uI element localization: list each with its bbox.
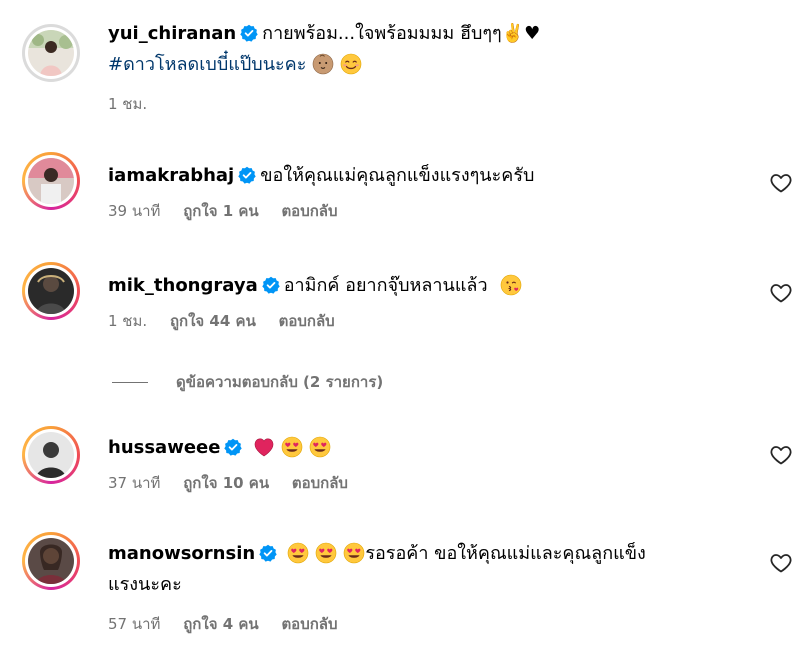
comment-line: แรงนะคะ (108, 569, 708, 600)
divider-line (112, 381, 148, 383)
avatar-frame (25, 27, 77, 79)
verified-badge-icon (240, 24, 259, 42)
heart-eyes-emoji-icon (281, 436, 303, 458)
comment-line: iamakrabhaj ขอให้คุณแม่คุณลูกแข็งแรงๆนะคร… (108, 160, 708, 191)
comment-text: อามิกค์ อยากจุ๊บหลานแล้ว (283, 275, 488, 296)
baby-emoji-icon (312, 53, 334, 75)
avatar[interactable] (22, 152, 80, 210)
like-heart-icon[interactable] (770, 282, 792, 304)
username[interactable]: hussaweee (108, 437, 220, 458)
verified-badge-icon (261, 276, 280, 294)
username[interactable]: mik_thongraya (108, 275, 258, 296)
like-heart-icon[interactable] (770, 444, 792, 466)
smiling-face-emoji-icon (340, 53, 363, 75)
comment-time[interactable]: 39 นาที (108, 202, 160, 220)
comment-meta: 1 ชม. ถูกใจ 44 คน ตอบกลับ (108, 309, 708, 333)
heart-eyes-emoji-icon (309, 436, 331, 458)
comment-time[interactable]: 1 ชม. (108, 95, 147, 113)
comment-line: yui_chiranan กายพร้อม...ใจพร้อมมมม ฮึบๆๆ✌… (108, 18, 708, 49)
avatar-frame (25, 265, 77, 317)
username[interactable]: iamakrabhaj (108, 165, 234, 186)
avatar[interactable] (22, 262, 80, 320)
comment-line: mik_thongraya อามิกค์ อยากจุ๊บหลานแล้ว (108, 270, 708, 301)
reply-button[interactable]: ตอบกลับ (281, 202, 337, 220)
comment-text: กายพร้อม...ใจพร้อมมมม ฮึบๆๆ✌️♥ (262, 23, 541, 44)
comment-line: hussaweee (108, 432, 708, 463)
comment-body: yui_chiranan กายพร้อม...ใจพร้อมมมม ฮึบๆๆ✌… (108, 18, 708, 116)
verified-badge-icon (238, 166, 257, 184)
verified-badge-icon (224, 438, 243, 456)
likes-count[interactable]: ถูกใจ 44 คน (170, 312, 256, 330)
likes-count[interactable]: ถูกใจ 4 คน (183, 615, 258, 633)
avatar[interactable] (22, 24, 80, 82)
avatar-photo (28, 268, 74, 314)
comment-text: แรงนะคะ (108, 574, 182, 595)
reply-button[interactable]: ตอบกลับ (292, 474, 348, 492)
comment-body: hussaweee 37 นาที ถูกใจ 10 คน ตอบกลับ (108, 432, 708, 495)
likes-count[interactable]: ถูกใจ 1 คน (183, 202, 258, 220)
likes-count[interactable]: ถูกใจ 10 คน (183, 474, 269, 492)
comment-time[interactable]: 57 นาที (108, 615, 160, 633)
comment-text: รอรอค้า ขอให้คุณแม่และคุณลูกแข็ง (365, 543, 646, 564)
reply-button[interactable]: ตอบกลับ (281, 615, 337, 633)
reply-button[interactable]: ตอบกลับ (279, 312, 335, 330)
heart-eyes-emoji-icon (287, 542, 309, 564)
heart-eyes-emoji-icon (343, 542, 365, 564)
avatar-photo (28, 432, 74, 478)
heart-eyes-emoji-icon (315, 542, 337, 564)
comment-line: manowsornsin รอรอค้า ขอให้คุณแม่และคุณลู… (108, 538, 708, 569)
avatar-frame (25, 535, 77, 587)
avatar-frame (25, 155, 77, 207)
verified-badge-icon (259, 544, 278, 562)
comment-text: ขอให้คุณแม่คุณลูกแข็งแรงๆนะครับ (260, 165, 535, 186)
hashtag-link[interactable]: #ดาวโหลดเบบี๋แป๊บนะคะ (108, 54, 306, 75)
comment-body: manowsornsin รอรอค้า ขอให้คุณแม่และคุณลู… (108, 538, 708, 636)
view-replies-label: ดูข้อความตอบกลับ (2 รายการ) (176, 373, 384, 391)
comment-line: #ดาวโหลดเบบี๋แป๊บนะคะ (108, 49, 708, 80)
comment-meta: 39 นาที ถูกใจ 1 คน ตอบกลับ (108, 199, 708, 223)
username[interactable]: manowsornsin (108, 543, 255, 564)
avatar-frame (25, 429, 77, 481)
comment-body: iamakrabhaj ขอให้คุณแม่คุณลูกแข็งแรงๆนะคร… (108, 160, 708, 223)
avatar-photo (28, 158, 74, 204)
avatar-photo (28, 538, 74, 584)
comment-meta: 37 นาที ถูกใจ 10 คน ตอบกลับ (108, 471, 708, 495)
avatar[interactable] (22, 532, 80, 590)
comment-time[interactable]: 1 ชม. (108, 312, 147, 330)
comment-body: mik_thongraya อามิกค์ อยากจุ๊บหลานแล้ว 1 … (108, 270, 708, 333)
comment-meta: 1 ชม. (108, 92, 708, 116)
avatar[interactable] (22, 426, 80, 484)
kissing-face-emoji-icon (500, 274, 522, 296)
like-heart-icon[interactable] (770, 172, 792, 194)
username[interactable]: yui_chiranan (108, 23, 236, 44)
red-heart-emoji-icon (254, 438, 273, 457)
like-heart-icon[interactable] (770, 552, 792, 574)
view-replies-button[interactable]: ดูข้อความตอบกลับ (2 รายการ) (112, 370, 383, 394)
avatar-photo (28, 30, 74, 76)
comment-time[interactable]: 37 นาที (108, 474, 160, 492)
comment-meta: 57 นาที ถูกใจ 4 คน ตอบกลับ (108, 612, 708, 636)
